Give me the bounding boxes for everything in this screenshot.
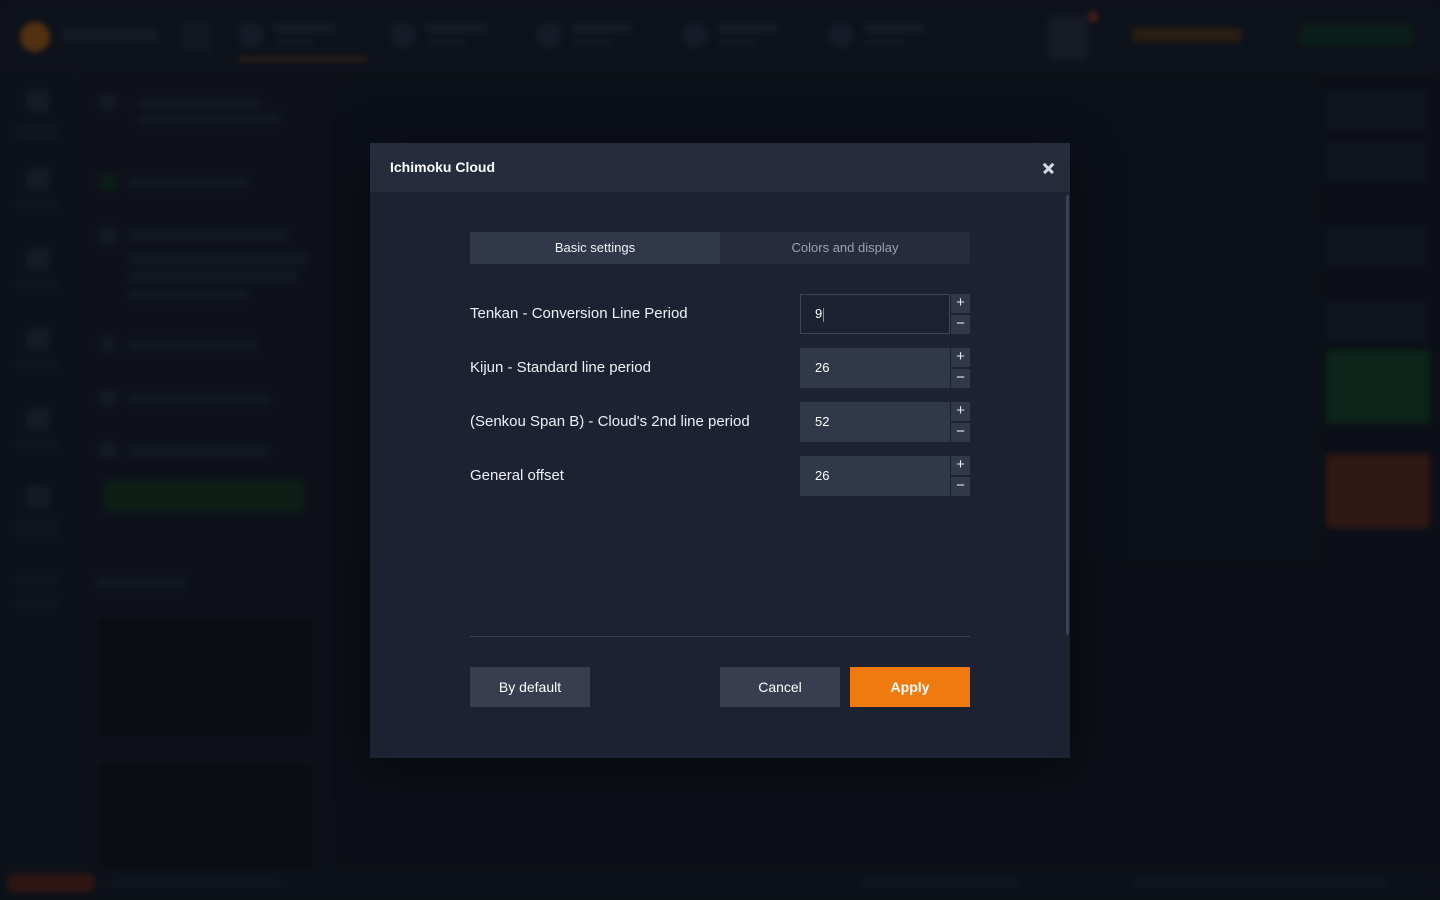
modal-header: Ichimoku Cloud	[370, 143, 1070, 192]
tab-colors-and-display[interactable]: Colors and display	[720, 232, 970, 264]
increment-button[interactable]: +	[951, 348, 970, 367]
senkou-span-b-period-input[interactable]: 52	[800, 402, 950, 442]
modal-title: Ichimoku Cloud	[390, 159, 495, 175]
increment-button[interactable]: +	[951, 294, 970, 313]
increment-button[interactable]: +	[951, 456, 970, 475]
text-caret	[823, 307, 825, 322]
field-label: General offset	[470, 467, 564, 484]
settings-tabs: Basic settings Colors and display	[470, 232, 970, 264]
apply-button[interactable]: Apply	[850, 667, 970, 707]
decrement-button[interactable]: −	[951, 369, 970, 388]
scrollbar[interactable]	[1066, 195, 1069, 635]
close-icon[interactable]	[1038, 157, 1060, 179]
tenkan-period-input[interactable]: 9	[800, 294, 950, 334]
indicator-settings-modal: Ichimoku Cloud Basic settings Colors and…	[370, 143, 1070, 758]
kijun-period-input[interactable]: 26	[800, 348, 950, 388]
by-default-button[interactable]: By default	[470, 667, 590, 707]
decrement-button[interactable]: −	[951, 423, 970, 442]
field-label: Tenkan - Conversion Line Period	[470, 305, 688, 322]
general-offset-input[interactable]: 26	[800, 456, 950, 496]
field-row-senkou-span-b: (Senkou Span B) - Cloud's 2nd line perio…	[470, 402, 970, 442]
divider	[470, 636, 970, 637]
tab-basic-settings[interactable]: Basic settings	[470, 232, 720, 264]
field-row-kijun: Kijun - Standard line period 26 + −	[470, 348, 970, 388]
field-label: Kijun - Standard line period	[470, 359, 651, 376]
field-label: (Senkou Span B) - Cloud's 2nd line perio…	[470, 413, 750, 430]
cancel-button[interactable]: Cancel	[720, 667, 840, 707]
decrement-button[interactable]: −	[951, 315, 970, 334]
field-row-general-offset: General offset 26 + −	[470, 456, 970, 496]
field-row-tenkan: Tenkan - Conversion Line Period 9 + −	[470, 294, 970, 334]
increment-button[interactable]: +	[951, 402, 970, 421]
decrement-button[interactable]: −	[951, 477, 970, 496]
